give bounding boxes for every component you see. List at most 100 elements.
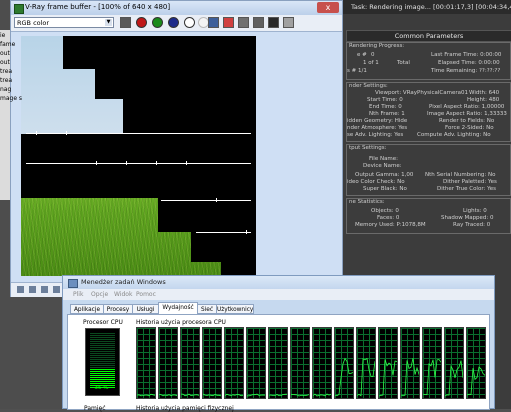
output-settings-group: tput Settings: File Name: Device Name: O… [346, 144, 511, 196]
material-list-item[interactable]: trea [0, 77, 22, 85]
dither-paletted-setting: Dither Paletted: Yes [443, 179, 497, 185]
region-render-icon[interactable] [253, 17, 264, 28]
render-bucket-marker [196, 232, 251, 233]
channel-select[interactable]: RGB color ▼ [14, 17, 114, 28]
vray-app-icon [14, 4, 24, 14]
duplicate-icon[interactable] [238, 17, 249, 28]
vfb-titlebar[interactable]: V-Ray frame buffer - [100% of 640 x 480]… [11, 1, 342, 15]
cpu-core-graph [444, 327, 464, 399]
save-image-icon[interactable] [208, 17, 219, 28]
tab-applications[interactable]: Aplikacje [70, 304, 104, 314]
unrendered-region [221, 262, 256, 276]
render-canvas[interactable] [21, 36, 256, 276]
shadow-mapped-stat: Shadow Mapped: 0 [441, 215, 494, 221]
scene-statistics-group: ne Statistics: Objects: 0 Lights: 0 Face… [346, 198, 511, 234]
elapsed-time: Elapsed Time: 0:00:00 [438, 60, 500, 66]
cpu-meter-segment [90, 361, 115, 362]
chevron-down-icon: ▼ [105, 19, 112, 26]
cpu-usage-label: Procesor CPU [83, 319, 123, 326]
bucket-tick [96, 161, 97, 165]
ray-traced-stat: Ray Traced: 0 [453, 222, 491, 228]
vfb-title: V-Ray frame buffer - [100% of 640 x 480] [25, 3, 171, 11]
vfb-toolbar: RGB color ▼ [11, 15, 342, 32]
green-channel-button[interactable] [152, 17, 163, 28]
common-parameters-header[interactable]: Common Parameters [346, 30, 511, 42]
render-bucket-marker [161, 200, 251, 201]
cpu-core-graph [378, 327, 398, 399]
memory-used-stat: Memory Used: P:1078,8M [355, 222, 426, 228]
last-render-icon[interactable] [268, 17, 279, 28]
unrendered-region [95, 69, 256, 99]
unrendered-region [191, 232, 256, 262]
menu-view[interactable]: Widok [114, 291, 132, 298]
red-channel-button[interactable] [136, 17, 147, 28]
cpu-history-graphs [136, 327, 488, 399]
cpu-core-graph [136, 327, 156, 399]
frame-label: e # [357, 52, 367, 58]
use-adv-lighting-setting: se Adv. Lighting: Yes [347, 132, 404, 138]
track-mouse-icon[interactable] [120, 17, 131, 28]
bucket-tick [126, 161, 127, 165]
material-list-item[interactable]: trea [0, 68, 22, 76]
menu-file[interactable]: Plik [73, 291, 83, 298]
tab-services[interactable]: Usługi [132, 304, 159, 314]
bucket-tick [246, 230, 247, 234]
vray-frame-buffer-window: V-Ray frame buffer - [100% of 640 x 480]… [10, 0, 343, 297]
cpu-history-label: Historia użycia procesora CPU [136, 319, 226, 326]
total-label: Total [397, 60, 410, 66]
cpu-core-graph [466, 327, 486, 399]
file-name-setting: File Name: [369, 156, 399, 162]
force-2sided-setting: Force 2-Sided: No [445, 125, 494, 131]
unrendered-region [123, 99, 256, 134]
start-time-setting: Start Time: 0 [367, 97, 403, 103]
tab-users[interactable]: Użytkownicy [216, 304, 254, 314]
task-manager-icon [68, 279, 78, 288]
rendering-titlebar: Task: Rendering image... [00:01:17,3] [0… [343, 0, 511, 14]
unrendered-region [21, 134, 256, 198]
video-color-check-setting: ideo Color Check: No [347, 179, 405, 185]
material-list-item[interactable]: mage se [0, 95, 22, 103]
cpu-meter-segment [90, 375, 115, 376]
clear-image-icon[interactable] [223, 17, 234, 28]
cpu-core-graph [246, 327, 266, 399]
bucket-tick [156, 161, 157, 165]
tab-network[interactable]: Sieć [197, 304, 217, 314]
compute-adv-lighting-setting: Compute Adv. Lighting: No [417, 132, 491, 138]
cpu-meter-segment [90, 343, 115, 344]
pixel-info-icon[interactable] [29, 286, 36, 293]
alpha-channel-button[interactable] [184, 17, 195, 28]
cpu-meter-segment [90, 339, 115, 340]
close-button[interactable]: x [317, 2, 339, 13]
cpu-core-graph [422, 327, 442, 399]
time-remaining: Time Remaining: ??:??:?? [431, 68, 501, 74]
levels-icon[interactable] [41, 286, 48, 293]
cpu-meter-segment [90, 363, 115, 364]
render-bucket-marker [26, 163, 251, 164]
viewport-setting: Viewport: VRayPhysicalCamera01 [375, 90, 468, 96]
render-bucket-marker [26, 133, 251, 134]
rendering-task-label: Task: Rendering image... [00:01:17,3] [0… [351, 3, 511, 11]
cpu-meter-segment [90, 379, 115, 380]
cpu-meter-segment [90, 347, 115, 348]
curve-icon[interactable] [53, 286, 60, 293]
material-list-item[interactable]: nag [0, 86, 22, 94]
hidden-geometry-setting: idden Geometry: Hide [347, 118, 408, 124]
blue-channel-button[interactable] [168, 17, 179, 28]
task-manager-window: Menedżer zadań Windows Plik Opcje Widok … [62, 275, 495, 412]
material-list-item[interactable]: out [0, 50, 22, 58]
material-list-item[interactable]: fame [0, 41, 22, 49]
tab-processes[interactable]: Procesy [103, 304, 133, 314]
tab-performance[interactable]: Wydajność [158, 302, 198, 314]
material-list-item[interactable]: out [0, 59, 22, 67]
cpu-core-graph [312, 327, 332, 399]
toggle-panel-icon[interactable] [17, 286, 24, 293]
last-frame-time: Last Frame Time: 0:00:00 [431, 52, 502, 58]
menu-options[interactable]: Opcje [91, 291, 108, 298]
cpu-meter-segment [90, 345, 115, 346]
task-manager-titlebar[interactable]: Menedżer zadań Windows [63, 276, 494, 289]
menu-help[interactable]: Pomoc [136, 291, 156, 298]
material-list-item[interactable]: ie [0, 32, 22, 40]
cpu-core-graph [400, 327, 420, 399]
render-atmosphere-setting: nder Atmosphere: Yes [347, 125, 408, 131]
link-icon[interactable] [283, 17, 294, 28]
